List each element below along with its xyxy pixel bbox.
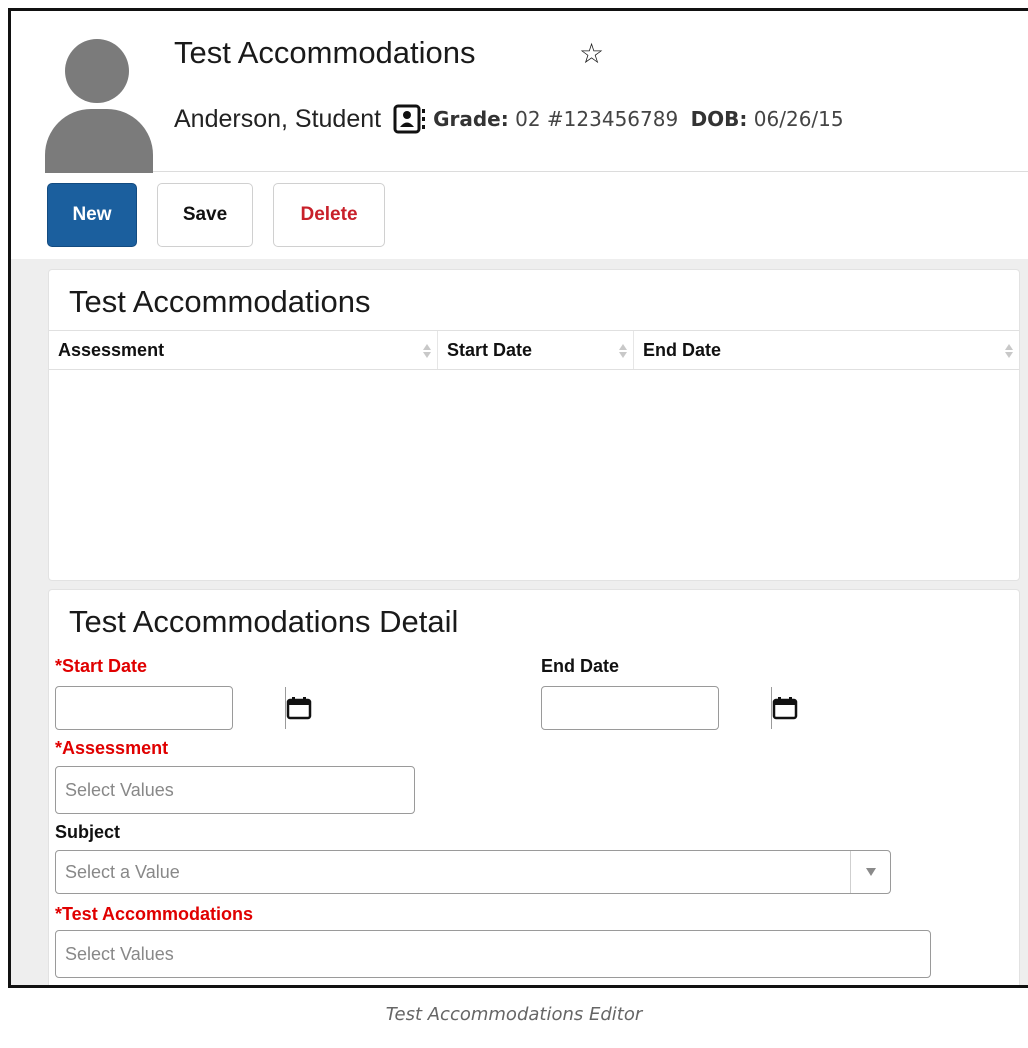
required-marker: * — [55, 656, 63, 676]
subject-dropdown-toggle[interactable] — [850, 851, 890, 893]
column-header-end-date[interactable]: End Date — [633, 331, 1019, 369]
start-date-field — [55, 686, 312, 730]
app-window: Test Accommodations ☆ Anderson, Student … — [8, 8, 1028, 988]
sort-icon[interactable] — [1005, 342, 1013, 360]
figure-caption: Test Accommodations Editor — [385, 1004, 643, 1025]
start-date-label-text: Start Date — [62, 656, 148, 676]
column-header-start-date[interactable]: Start Date — [437, 331, 633, 369]
table-header: Assessment Start Date End Date — [49, 330, 1019, 370]
student-meta: Grade: 02 #123456789 DOB: 06/26/15 — [433, 107, 844, 131]
test-accommodations-multiselect[interactable]: Select Values — [55, 930, 931, 978]
start-date-label: *Start Date — [55, 656, 147, 677]
accommodations-list-panel: Test Accommodations Assessment Start Dat… — [48, 269, 1020, 581]
column-label: Assessment — [58, 339, 165, 360]
list-panel-title: Test Accommodations — [69, 284, 371, 319]
sort-icon[interactable] — [423, 342, 431, 360]
test-accommodations-label: *Test Accommodations — [55, 904, 253, 925]
save-button[interactable]: Save — [157, 183, 253, 247]
required-marker: * — [55, 738, 63, 758]
assessment-label: *Assessment — [55, 738, 168, 759]
sort-icon[interactable] — [619, 342, 627, 360]
accommodations-detail-panel: Test Accommodations Detail *Start Date E… — [48, 589, 1020, 985]
avatar-head — [65, 39, 129, 103]
start-date-input[interactable] — [56, 687, 285, 729]
column-label: End Date — [643, 339, 722, 360]
test-accommodations-label-text: Test Accommodations — [62, 904, 254, 924]
subject-select[interactable]: Select a Value — [55, 850, 891, 894]
student-name: Anderson, Student — [174, 104, 382, 133]
detail-panel-title: Test Accommodations Detail — [69, 604, 459, 639]
star-icon[interactable]: ☆ — [579, 37, 604, 70]
calendar-icon[interactable] — [285, 687, 312, 729]
dob-label: DOB: — [690, 107, 748, 131]
student-info: Anderson, Student Grade: 02 #123456789 D… — [174, 101, 844, 137]
grade-label: Grade: — [433, 107, 509, 131]
column-label: Start Date — [447, 339, 533, 360]
subject-select-value: Select a Value — [65, 861, 180, 882]
student-number: #123456789 — [546, 107, 679, 131]
assessment-multiselect[interactable]: Select Values — [55, 766, 415, 814]
end-date-input[interactable] — [542, 687, 771, 729]
required-marker: * — [55, 904, 63, 924]
contact-card-icon[interactable] — [393, 104, 429, 134]
header-divider — [153, 171, 1028, 172]
workspace: Test Accommodations Assessment Start Dat… — [11, 259, 1028, 985]
assessment-label-text: Assessment — [62, 738, 169, 758]
column-header-assessment[interactable]: Assessment — [49, 331, 437, 369]
dob-value: 06/26/15 — [753, 107, 844, 131]
avatar-body — [45, 109, 153, 173]
subject-label: Subject — [55, 822, 121, 842]
grade-value: 02 — [515, 107, 541, 131]
chevron-down-icon — [865, 868, 876, 876]
page-title: Test Accommodations — [174, 35, 476, 70]
delete-button[interactable]: Delete — [273, 183, 385, 247]
end-date-label: End Date — [541, 656, 620, 676]
avatar — [45, 39, 153, 173]
end-date-field — [541, 686, 798, 730]
calendar-icon[interactable] — [771, 687, 798, 729]
new-button[interactable]: New — [47, 183, 137, 247]
